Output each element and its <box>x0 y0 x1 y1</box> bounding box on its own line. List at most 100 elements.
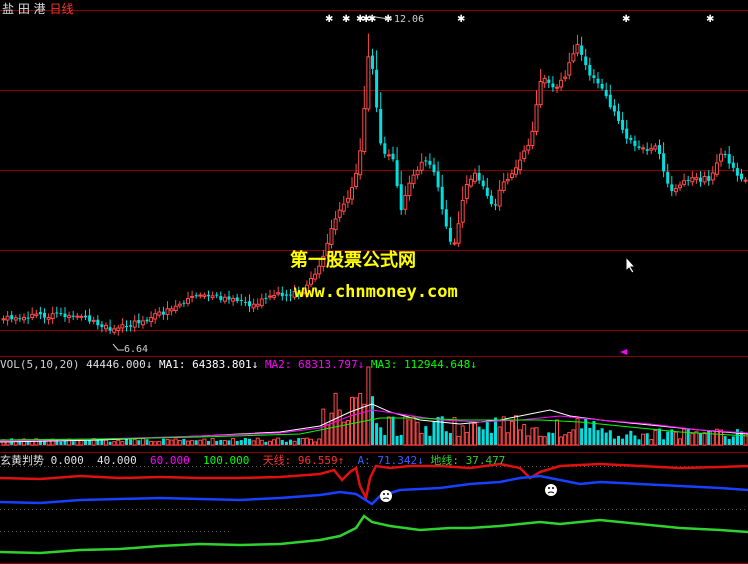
osc-di: 地线: 37.477 <box>430 454 506 467</box>
volume-bar <box>625 434 629 445</box>
volume-bar <box>489 432 493 445</box>
candle-body <box>481 180 485 187</box>
volume-bar <box>518 429 523 446</box>
candle-body <box>571 53 576 62</box>
candle-body <box>702 175 707 183</box>
candle-body <box>161 311 165 315</box>
candle-body <box>386 154 391 157</box>
candle-body <box>682 180 687 185</box>
candle-body <box>194 295 198 297</box>
candle-body <box>673 188 678 193</box>
volume-bars <box>1 366 748 446</box>
osc-v4: 100.000 <box>203 454 250 467</box>
candle-body <box>34 313 39 317</box>
vol-ma3: MA3: 112944.648↓ <box>370 358 477 371</box>
volume-bar <box>227 440 231 445</box>
candle-body <box>165 308 170 316</box>
osc-a: A: 71.342↓ <box>357 454 424 467</box>
volume-bar <box>600 428 604 445</box>
volume-bar <box>719 429 723 446</box>
volume-bar <box>468 422 473 446</box>
volume-bar <box>248 438 251 445</box>
volume-bar <box>551 432 555 445</box>
candle-body <box>30 313 35 319</box>
volume-bar <box>215 440 219 445</box>
candle-body <box>43 312 46 318</box>
volume-bar <box>612 438 616 445</box>
candle-body <box>391 153 395 160</box>
candle-body <box>145 319 149 322</box>
candle-body <box>727 154 731 164</box>
candle-body <box>96 319 100 326</box>
candle-body <box>215 294 219 296</box>
candle-body <box>555 86 559 89</box>
volume-bar <box>243 438 247 445</box>
candle-body <box>645 149 649 151</box>
candle-body <box>129 325 133 327</box>
volume-bar <box>350 396 354 446</box>
volume-bar <box>530 427 535 446</box>
volume-bar <box>633 435 637 445</box>
candle-body <box>575 43 580 54</box>
volume-bar <box>132 438 137 446</box>
volume-bar <box>289 439 292 445</box>
candle-body <box>592 75 596 78</box>
volume-bar <box>477 426 481 445</box>
volume-bar <box>59 441 63 445</box>
volume-bar <box>608 430 612 445</box>
oscillator-lines <box>0 462 748 555</box>
candle-body <box>13 317 18 321</box>
candle-body <box>419 161 424 171</box>
candle-body <box>666 171 670 184</box>
candle-body <box>149 317 154 323</box>
candle-body <box>489 195 493 205</box>
candle-body <box>1 318 6 321</box>
volume-bar <box>460 425 465 446</box>
volume-bar <box>710 430 715 446</box>
candle-body <box>132 320 137 328</box>
candle-body <box>333 218 338 231</box>
volume-bar <box>641 433 646 446</box>
volume-bar <box>522 423 527 446</box>
candle-body <box>395 160 399 187</box>
candle-body <box>255 303 260 307</box>
candle-body <box>670 184 674 192</box>
oscillator-header: 玄黄判势 0.000, 40.000, 60.000, 100.000, 天线:… <box>0 454 506 467</box>
candle-body <box>26 317 30 319</box>
candle-body <box>71 315 75 317</box>
candle-body <box>432 164 436 173</box>
vol-ma1: MA1: 64383.801↓ <box>158 358 259 371</box>
volume-bar <box>149 440 154 446</box>
candle-body <box>169 308 174 312</box>
candle-body <box>485 187 489 196</box>
candle-body <box>350 187 354 200</box>
volume-bar <box>432 421 436 445</box>
candle-body <box>383 143 387 154</box>
vol-indicator-name[interactable]: VOL(5,10,20) <box>0 358 79 371</box>
candle-body <box>243 301 247 303</box>
sentiment-icons <box>380 484 557 502</box>
candle-body <box>617 111 620 121</box>
osc-v1: 0.000 <box>50 454 84 467</box>
svg-text:✱: ✱ <box>706 14 714 25</box>
candle-body <box>559 79 564 88</box>
osc-indicator-name[interactable]: 玄黄判势 <box>0 454 44 467</box>
volume-bar <box>325 424 330 446</box>
volume-bar <box>337 409 342 446</box>
candle-body <box>153 313 158 320</box>
candle-body <box>448 227 452 242</box>
volume-bar <box>588 427 592 445</box>
candle-body <box>59 313 63 315</box>
volume-bar <box>727 439 731 445</box>
volume-bar <box>259 439 264 446</box>
volume-bar <box>104 439 108 446</box>
candle-body <box>473 172 477 182</box>
volume-bar <box>395 435 399 445</box>
candle-body <box>411 174 416 185</box>
candle-body <box>177 303 182 307</box>
period-label[interactable]: 日线 <box>49 2 73 16</box>
volume-bar <box>186 440 190 446</box>
volume-bar <box>481 429 485 445</box>
volume-bar <box>678 438 682 446</box>
volume-bar <box>645 433 649 445</box>
